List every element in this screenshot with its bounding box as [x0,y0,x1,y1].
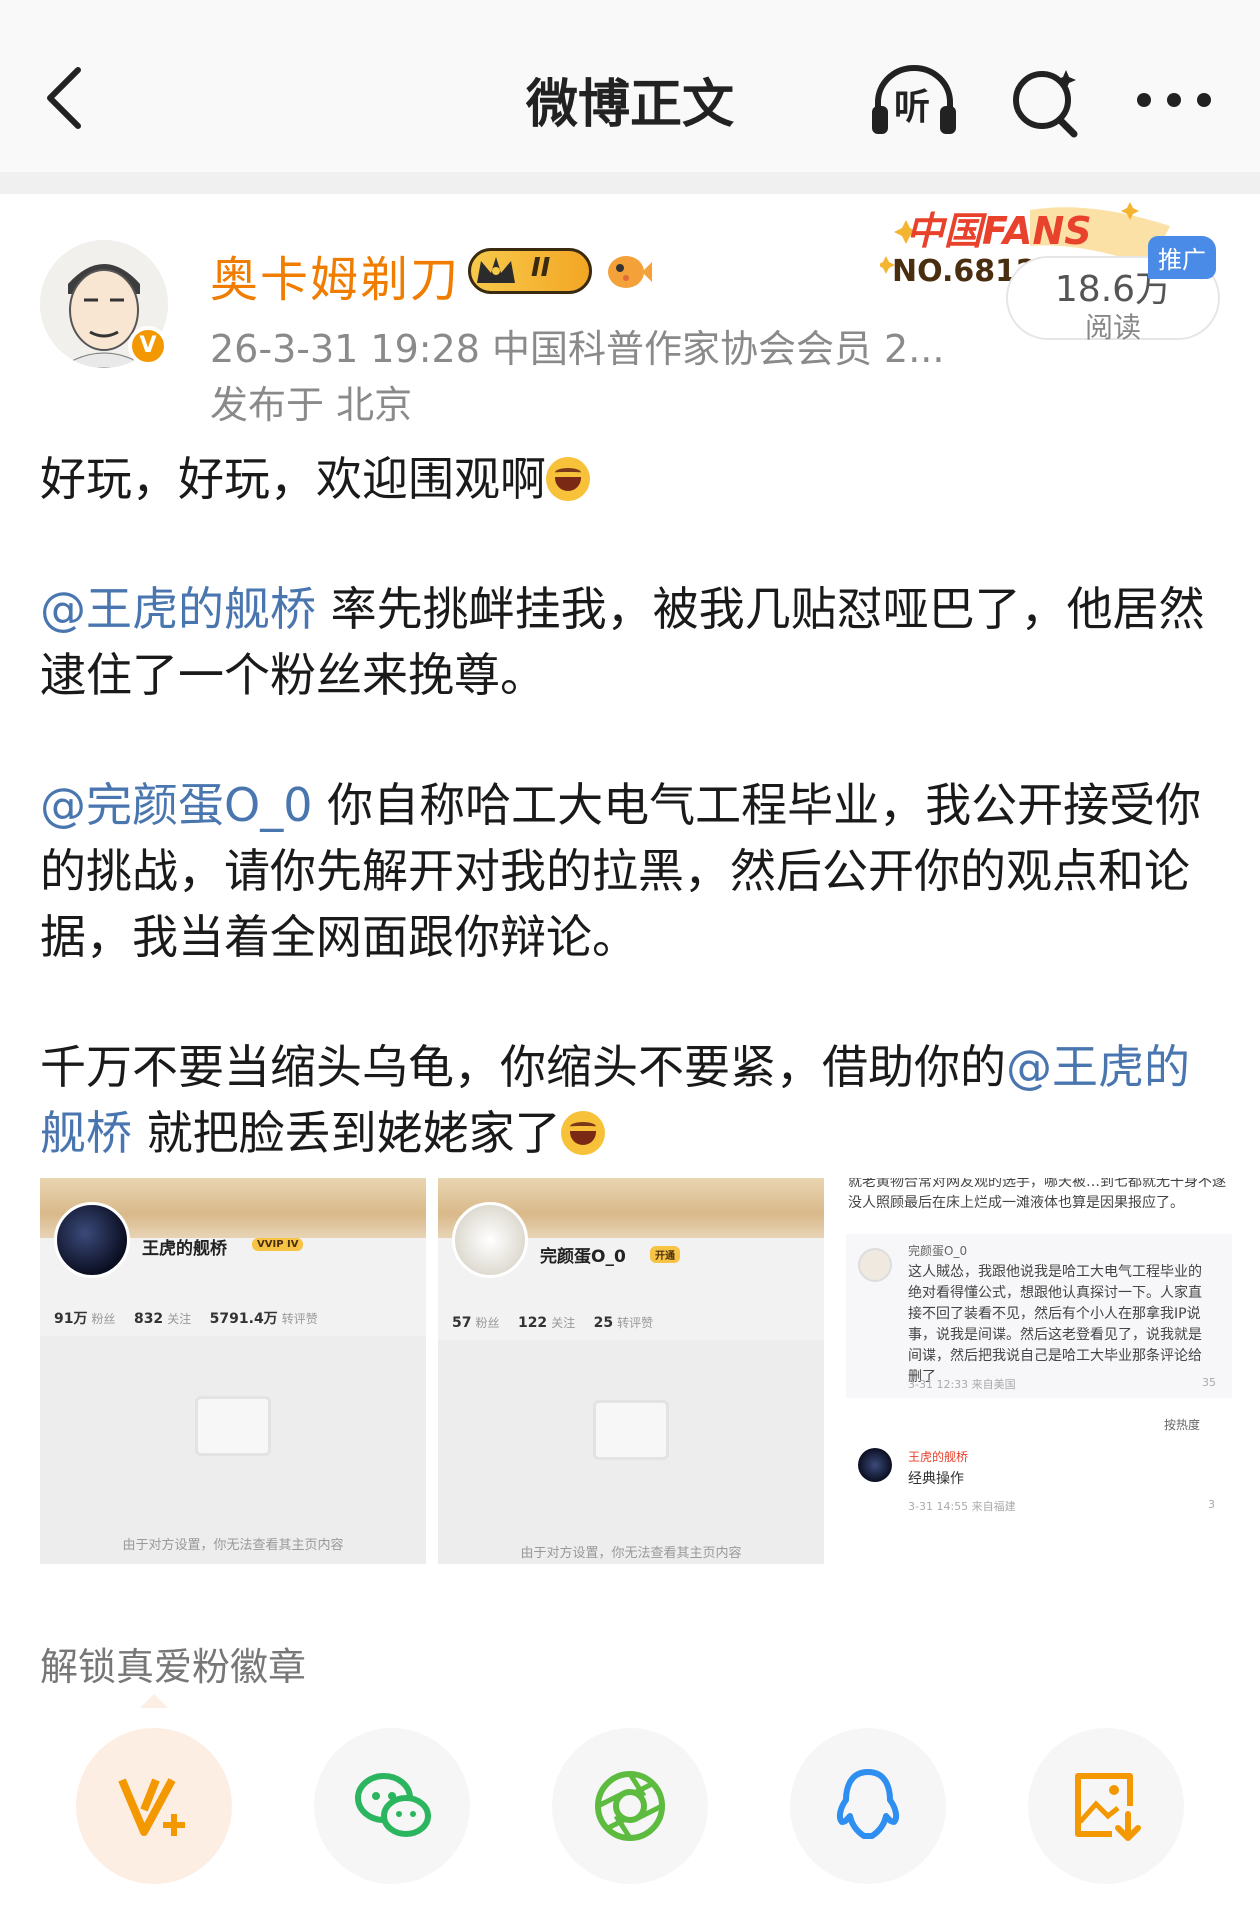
empty-content-area: 由于对方设置，你无法查看其主页内容 [438,1340,824,1564]
profile-avatar [452,1202,528,1278]
profile-vip-badge: VVIP IV [252,1238,304,1251]
unlock-fan-badge-label[interactable]: 解锁真爱粉徽章 [40,1636,306,1691]
search-button[interactable] [1008,64,1084,140]
share-moments-button[interactable] [552,1728,708,1884]
empty-box-icon [593,1400,669,1460]
weibo-vplus-icon [118,1778,185,1836]
member-level-badge: II [468,248,592,294]
post-paragraph-1: 好玩，好玩，欢迎围观啊 [40,446,1230,512]
comment-card: 完颜蛋O_0 这人賊怂，我跟他说我是哈工大电气工程毕业的绝对看得懂公式，想跟他认… [846,1234,1232,1398]
level-text: II [531,253,551,283]
fish-badge-icon [604,248,652,294]
sort-label: 按热度 [1164,1418,1201,1432]
profile-name: 王虎的舰桥 [142,1239,227,1259]
profile-stats: 91万 粉丝 832 关注 5791.4万 转评赞 [54,1311,318,1327]
privacy-tip: 由于对方设置，你无法查看其主页内容 [520,1546,742,1561]
post-image-2[interactable]: 完颜蛋O_0 开通 57 粉丝 122 关注 25 转评赞 由于对方设置，你无法查看其… [438,1178,824,1564]
empty-box-icon [195,1396,271,1456]
reply-user: 王虎的舰桥 [908,1450,969,1464]
profile-name: 完颜蛋O_0 [540,1247,626,1267]
post-meta: 26-3-31 19:28 中国科普作家协会会员 2... [210,327,945,371]
empty-content-area: 由于对方设置，你无法查看其主页内容 [40,1336,426,1564]
post-image-1[interactable]: 王虎的舰桥 VVIP IV 91万 粉丝 832 关注 5791.4万 转评赞 由于对… [40,1178,426,1564]
more-button[interactable] [1134,88,1214,112]
mention-link[interactable]: @王虎的舰桥 [40,582,316,636]
share-wechat-button[interactable] [314,1728,470,1884]
author-name[interactable]: 奥卡姆剃刀 [210,240,460,310]
wechat-icon [355,1773,431,1837]
moments-icon [595,1771,665,1841]
profile-avatar [54,1202,130,1278]
comment-time: 3-31 12:33 来自美国 [908,1378,1016,1391]
post-paragraph-4: 千万不要当缩头乌龟，你缩头不要紧，借助你的@王虎的舰桥 就把脸丢到姥姥家了 [40,1040,1190,1160]
reply-likes: 3 [1208,1498,1215,1511]
listen-label: 听 [894,87,931,128]
profile-stats: 57 粉丝 122 关注 25 转评赞 [452,1315,654,1331]
save-image-icon [1075,1773,1141,1841]
header-separator [0,172,1260,194]
reply-text: 经典操作 [908,1471,964,1487]
post-body: 好玩，好玩，欢迎围观啊 @王虎的舰桥 率先挑衅挂我，被我几贴怼哑巴了，他居然逮住… [40,446,1230,1230]
privacy-tip: 由于对方设置，你无法查看其主页内容 [122,1538,344,1553]
post-paragraph-2: @王虎的舰桥 率先挑衅挂我，被我几贴怼哑巴了，他居然逮住了一个粉丝来挽尊。 [40,582,1205,702]
comment-context-text: 就老黄物合常对网友观的选手，哪天被…到七都就无干身不遂没人照顾最后在床上烂成一滩… [848,1178,1226,1211]
comment-avatar [858,1248,892,1282]
laughing-emoji-icon [560,1111,605,1155]
search-icon [1013,70,1078,138]
post-paragraph-3: @完颜蛋O_0 你自称哈工大电气工程毕业，我公开接受你的挑战，请你先解开对我的拉… [40,778,1202,964]
comment-likes: 35 [1202,1376,1216,1389]
qq-icon [836,1769,900,1839]
promoted-badge: 推广 [1148,236,1216,279]
comment-user: 完颜蛋O_0 [908,1244,968,1258]
reply-time: 3-31 14:55 来自福建 [908,1500,1016,1513]
laughing-emoji-icon [546,457,590,501]
post-location: 发布于 北京 [210,383,413,427]
top-nav-bar: 微博正文 听 [0,0,1260,172]
listen-button[interactable]: 听 [868,62,960,138]
mention-link[interactable]: @完颜蛋O_0 [40,778,312,832]
profile-vip-badge: 开通 [650,1246,680,1263]
share-qq-button[interactable] [790,1728,946,1884]
pointer-triangle [140,1694,168,1708]
verified-badge-icon: V [128,326,168,366]
reply-avatar [858,1448,892,1482]
post-image-3[interactable]: 就老黄物合常对网友观的选手，哪天被…到七都就无干身不遂没人照顾最后在床上烂成一滩… [846,1178,1232,1564]
save-image-button[interactable] [1028,1728,1184,1884]
reads-label: 阅读 [1084,311,1141,344]
fans-logo-text: 中国FANS [906,209,1092,253]
crown-icon [477,257,515,283]
more-dots-icon [1137,93,1211,107]
share-weibo-button[interactable] [76,1728,232,1884]
comment-text: 这人賊怂，我跟他说我是哈工大电气工程毕业的绝对看得懂公式，想跟他认真探讨一下。人… [908,1264,1202,1385]
